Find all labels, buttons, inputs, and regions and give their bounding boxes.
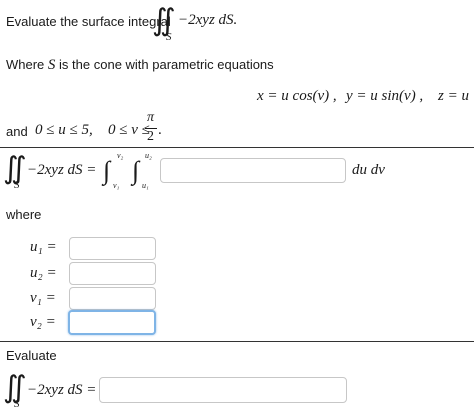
inner-lower-limit: u₁	[142, 181, 149, 190]
u1-label: u₁ =	[30, 239, 57, 255]
u2-label: u₂ =	[30, 265, 57, 281]
u-range: 0 ≤ u ≤ 5,	[35, 122, 93, 138]
outer-lower-limit: v₁	[113, 181, 120, 190]
description-prefix: Where	[6, 57, 45, 72]
prompt-text: Evaluate the surface integral	[6, 14, 171, 29]
evaluate-lhs: −2xyz dS =	[27, 382, 97, 398]
description-surface: S	[47, 57, 56, 73]
evaluate-surface-subscript: S	[14, 398, 20, 410]
divider-bottom	[0, 341, 474, 342]
description-rest: is the cone with parametric equations	[59, 57, 274, 72]
v1-label: v₁ =	[30, 290, 56, 306]
v-range: 0 ≤ v ≤	[108, 122, 150, 138]
description-line: Where S is the cone with parametric equa…	[6, 57, 274, 74]
inner-upper-limit: u₂	[145, 151, 152, 160]
surface-subscript: S	[166, 31, 172, 43]
outer-upper-limit: v₂	[117, 151, 124, 160]
equation-x: x = u cos(v) ,	[257, 88, 337, 104]
where-label: where	[6, 207, 42, 222]
two-denominator: 2	[147, 129, 154, 144]
equation-z: z = u	[438, 88, 469, 104]
evaluate-label: Evaluate	[6, 348, 57, 363]
inner-integral-symbol: ∫	[132, 156, 140, 185]
u1-input[interactable]	[69, 237, 156, 260]
double-integral-symbol: ∬	[152, 4, 176, 37]
pi-numerator: π	[147, 110, 155, 125]
outer-integral-symbol: ∫	[103, 156, 111, 185]
integrand-input[interactable]	[160, 158, 346, 183]
setup-surface-subscript: S	[14, 179, 20, 191]
evaluate-answer-input[interactable]	[99, 377, 347, 403]
u2-input[interactable]	[69, 262, 156, 285]
v1-input[interactable]	[69, 287, 156, 310]
equation-y: y = u sin(v) ,	[346, 88, 424, 104]
divider-top	[0, 147, 474, 148]
differentials: du dv	[352, 162, 385, 178]
surface-integrand: −2xyz dS.	[178, 12, 238, 28]
v2-input[interactable]	[68, 310, 156, 335]
bounds-period: .	[158, 122, 162, 138]
setup-lhs: −2xyz dS =	[27, 162, 97, 178]
v2-label: v₂ =	[30, 314, 56, 330]
bounds-prefix: and	[6, 124, 28, 139]
